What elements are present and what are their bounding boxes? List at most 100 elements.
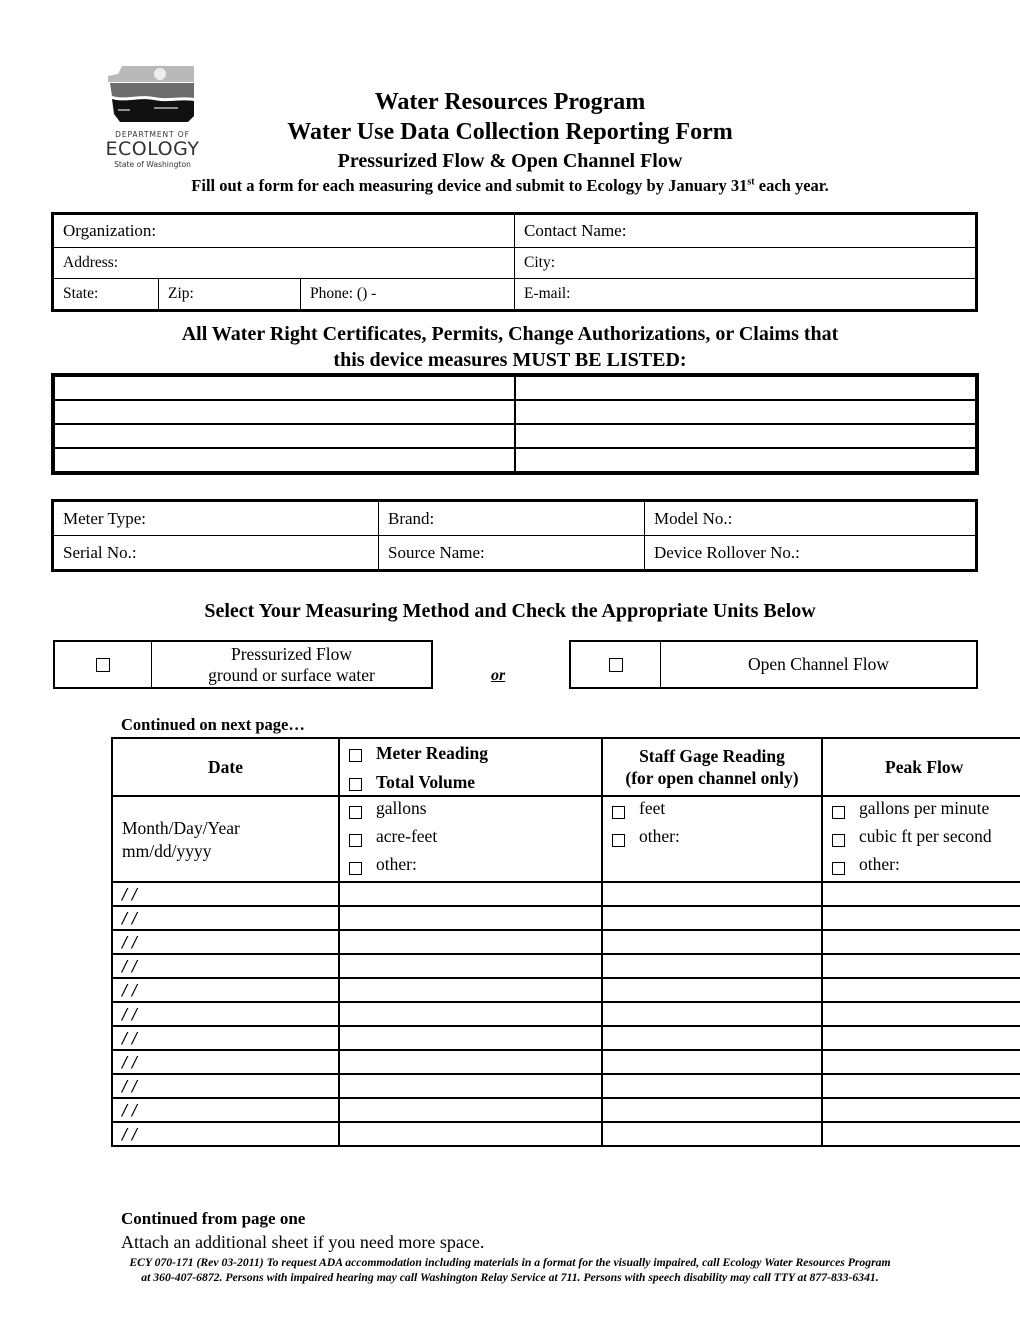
address-field[interactable]: Address:: [53, 247, 515, 279]
pressurized-flow-checkbox-cell: [55, 642, 152, 687]
water-right-entry[interactable]: [514, 423, 977, 449]
staff-gage-value-cell[interactable]: [601, 953, 823, 979]
water-rights-heading-line2: this device measures MUST BE LISTED:: [333, 349, 687, 371]
phone-field[interactable]: Phone: () -: [300, 278, 515, 310]
continued-next-page-note: Continued on next page…: [121, 715, 305, 734]
peak-flow-value-cell[interactable]: [821, 1073, 1020, 1099]
staff-gage-value-cell[interactable]: [601, 1097, 823, 1123]
reading-value-cell[interactable]: [338, 953, 603, 979]
reading-value-cell[interactable]: [338, 1073, 603, 1099]
peak-flow-value-cell[interactable]: [821, 1001, 1020, 1027]
organization-field[interactable]: Organization:: [53, 214, 515, 248]
reading-date-cell[interactable]: / /: [111, 1025, 340, 1051]
acre-feet-checkbox[interactable]: [349, 834, 362, 847]
water-rights-row: [53, 423, 977, 449]
staff-gage-value-cell[interactable]: [601, 977, 823, 1003]
water-right-entry[interactable]: [53, 375, 516, 401]
staff-gage-value-cell[interactable]: [601, 1025, 823, 1051]
water-right-entry[interactable]: [53, 423, 516, 449]
staff-gage-value-cell[interactable]: [601, 905, 823, 931]
reading-row: / /: [111, 977, 1020, 1003]
reading-row: / /: [111, 929, 1020, 955]
reading-value-cell[interactable]: [338, 1025, 603, 1051]
reading-date-cell[interactable]: / /: [111, 881, 340, 907]
volume-other-checkbox[interactable]: [349, 862, 362, 875]
staff-gage-value-cell[interactable]: [601, 1121, 823, 1147]
or-separator: or: [491, 667, 506, 684]
city-field[interactable]: City:: [514, 247, 976, 279]
readings-table: Date Meter Reading Total Volume Staff Ga…: [111, 737, 1020, 1147]
reading-value-cell[interactable]: [338, 1097, 603, 1123]
peak-flow-value-cell[interactable]: [821, 929, 1020, 955]
feet-checkbox[interactable]: [612, 806, 625, 819]
gage-other-checkbox[interactable]: [612, 834, 625, 847]
serial-no-field[interactable]: Serial No.:: [53, 535, 379, 570]
gpm-checkbox[interactable]: [832, 806, 845, 819]
staff-gage-value-cell[interactable]: [601, 1049, 823, 1075]
water-right-entry[interactable]: [514, 375, 977, 401]
water-right-entry[interactable]: [514, 399, 977, 425]
reading-row: / /: [111, 1001, 1020, 1027]
staff-gage-header: Staff Gage Reading (for open channel only…: [601, 737, 823, 797]
staff-gage-value-cell[interactable]: [601, 929, 823, 955]
contact-name-field[interactable]: Contact Name:: [514, 214, 976, 248]
peak-flow-header: Peak Flow: [821, 737, 1020, 797]
peak-flow-value-cell[interactable]: [821, 1097, 1020, 1123]
peak-flow-value-cell[interactable]: [821, 1049, 1020, 1075]
reading-value-cell[interactable]: [338, 881, 603, 907]
rollover-no-field[interactable]: Device Rollover No.:: [644, 535, 976, 570]
zip-field[interactable]: Zip:: [158, 278, 301, 310]
reading-date-cell[interactable]: / /: [111, 1049, 340, 1075]
email-field[interactable]: E-mail:: [514, 278, 976, 310]
reading-date-cell[interactable]: / /: [111, 977, 340, 1003]
pressurized-flow-checkbox[interactable]: [96, 657, 110, 672]
peak-flow-value-cell[interactable]: [821, 977, 1020, 1003]
brand-field[interactable]: Brand:: [378, 501, 645, 536]
peak-flow-value-cell[interactable]: [821, 953, 1020, 979]
continued-from-page-note: Continued from page one: [121, 1209, 306, 1228]
meter-info-table: Meter Type: Brand: Model No.: Serial No.…: [51, 499, 978, 572]
reading-date-cell[interactable]: / /: [111, 905, 340, 931]
source-name-field[interactable]: Source Name:: [378, 535, 645, 570]
reading-value-cell[interactable]: [338, 1049, 603, 1075]
water-right-entry[interactable]: [514, 447, 977, 473]
open-channel-flow-checkbox[interactable]: [608, 657, 623, 672]
water-rights-row: [53, 399, 977, 425]
total-volume-checkbox[interactable]: [349, 778, 362, 791]
reading-value-cell[interactable]: [338, 1001, 603, 1027]
reading-row: / /: [111, 1073, 1020, 1099]
model-no-field[interactable]: Model No.:: [644, 501, 976, 536]
staff-gage-value-cell[interactable]: [601, 881, 823, 907]
staff-gage-value-cell[interactable]: [601, 1073, 823, 1099]
reading-date-cell[interactable]: / /: [111, 1073, 340, 1099]
water-rights-table: [51, 373, 979, 475]
reading-date-cell[interactable]: / /: [111, 1001, 340, 1027]
reading-date-cell[interactable]: / /: [111, 1121, 340, 1147]
pressurized-flow-label-line1: Pressurized Flow: [230, 643, 353, 664]
date-header: Date: [111, 737, 340, 797]
peak-other-label: other:: [859, 854, 900, 874]
peak-flow-value-cell[interactable]: [821, 905, 1020, 931]
reading-value-cell[interactable]: [338, 977, 603, 1003]
reading-date-cell[interactable]: / /: [111, 953, 340, 979]
state-field[interactable]: State:: [53, 278, 159, 310]
meter-type-field[interactable]: Meter Type:: [53, 501, 379, 536]
cfs-label: cubic ft per second: [859, 826, 992, 846]
pressurized-flow-label-line2: ground or surface water: [208, 664, 375, 685]
water-right-entry[interactable]: [53, 399, 516, 425]
peak-other-checkbox[interactable]: [832, 862, 845, 875]
reading-value-cell[interactable]: [338, 929, 603, 955]
reading-value-cell[interactable]: [338, 905, 603, 931]
gallons-label: gallons: [376, 798, 427, 818]
reading-date-cell[interactable]: / /: [111, 1097, 340, 1123]
peak-flow-value-cell[interactable]: [821, 881, 1020, 907]
reading-value-cell[interactable]: [338, 1121, 603, 1147]
gallons-checkbox[interactable]: [349, 806, 362, 819]
meter-reading-checkbox[interactable]: [349, 749, 362, 762]
peak-flow-value-cell[interactable]: [821, 1025, 1020, 1051]
water-right-entry[interactable]: [53, 447, 516, 473]
reading-date-cell[interactable]: / /: [111, 929, 340, 955]
peak-flow-value-cell[interactable]: [821, 1121, 1020, 1147]
cfs-checkbox[interactable]: [832, 834, 845, 847]
staff-gage-value-cell[interactable]: [601, 1001, 823, 1027]
